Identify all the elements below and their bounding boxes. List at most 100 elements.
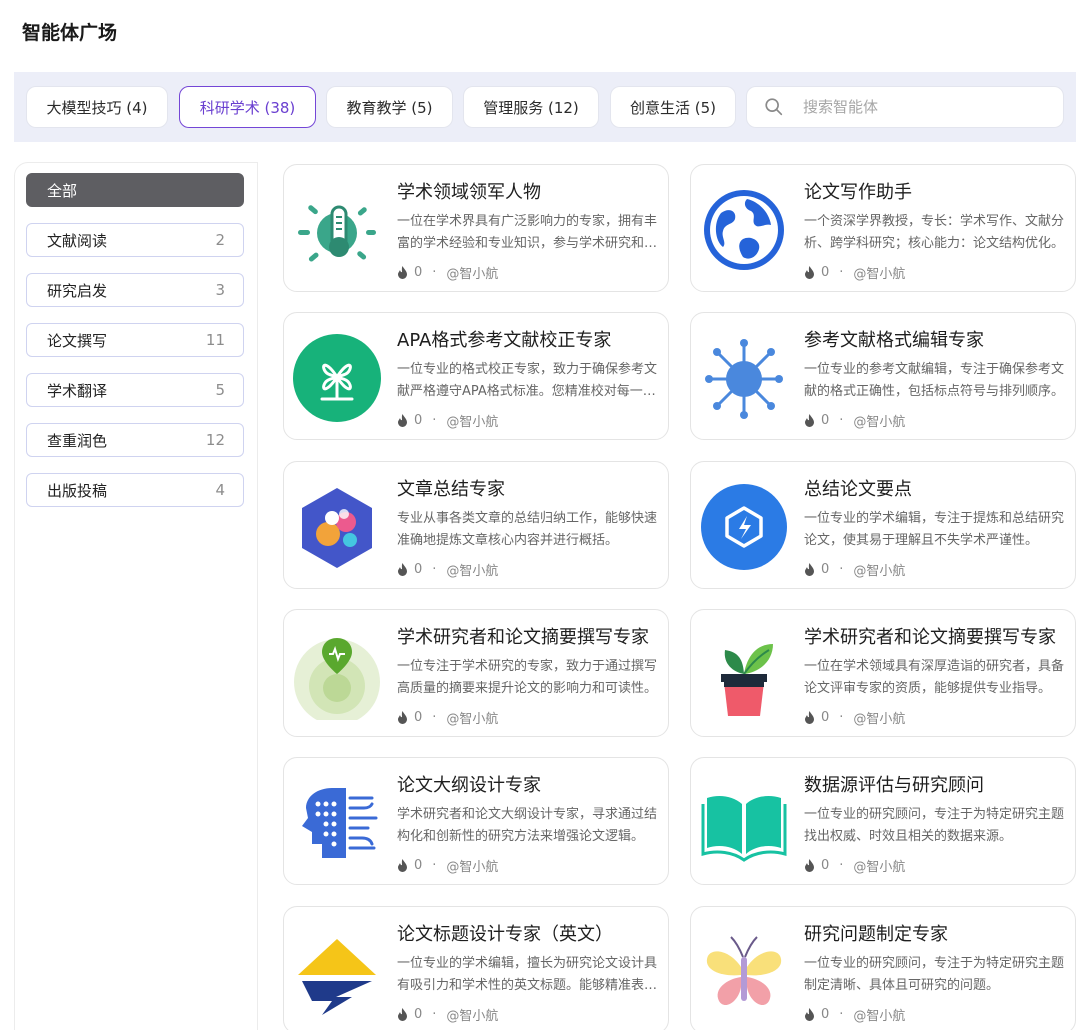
agent-description: 一位专业的学术编辑，擅长为研究论文设计具有吸引力和学术性的英文标题。能够精准表达… xyxy=(397,956,658,993)
like-count: 0 xyxy=(414,1007,423,1022)
sidebar-item-literature-reading[interactable]: 文献阅读 2 xyxy=(26,223,244,257)
flame-icon xyxy=(805,859,814,872)
flame-icon xyxy=(805,711,814,724)
sidebar-item-publishing[interactable]: 出版投稿 4 xyxy=(26,473,244,507)
author-name: @智小航 xyxy=(853,1009,906,1024)
agent-title: APA格式参考文献校正专家 xyxy=(397,330,612,351)
page-title: 智能体广场 xyxy=(22,22,118,44)
flame-icon xyxy=(398,711,407,724)
agent-meta: 0 · @智小航 xyxy=(804,856,905,875)
agent-meta: 0 · @智小航 xyxy=(397,263,498,282)
category-tab-bar: 大模型技巧 (4) 科研学术 (38) 教育教学 (5) 管理服务 (12) 创… xyxy=(14,72,1076,142)
agent-description: 一位专业的研究顾问，专注于为特定研究主题制定清晰、具体且可研究的问题。 xyxy=(804,956,1065,993)
tab-llm-tips[interactable]: 大模型技巧 (4) xyxy=(26,86,168,128)
agent-title: 总结论文要点 xyxy=(804,479,912,500)
flame-icon xyxy=(805,563,814,576)
author-name: @智小航 xyxy=(446,564,499,579)
sidebar-item-label: 论文撰写 xyxy=(47,331,108,350)
search-input[interactable] xyxy=(803,98,1033,116)
like-count: 0 xyxy=(821,562,830,577)
agent-card[interactable]: 总结论文要点 一位专业的学术编辑，专注于提炼和总结研究论文，使其易于理解且不失学… xyxy=(690,461,1076,589)
agent-description: 一位在学术界具有广泛影响力的专家，拥有丰富的学术经验和专业知识，参与学术研究和评… xyxy=(397,214,658,251)
potted-plant-icon xyxy=(721,644,773,716)
agent-description: 一位专注于学术研究的专家，致力于通过撰写高质量的摘要来提升论文的影响力和可读性。 xyxy=(397,659,658,696)
flame-icon xyxy=(398,1008,407,1021)
flame-icon xyxy=(805,1008,814,1021)
agent-description: 一位专业的研究顾问，专注于为特定研究主题找出权威、时效且相关的数据来源。 xyxy=(804,807,1065,844)
like-count: 0 xyxy=(821,858,830,873)
agent-meta: 0 · @智小航 xyxy=(804,708,905,727)
tab-education[interactable]: 教育教学 (5) xyxy=(326,86,453,128)
sidebar-item-label: 学术翻译 xyxy=(47,381,108,400)
like-count: 0 xyxy=(821,265,830,280)
molecule-hexagon-icon xyxy=(302,488,372,568)
flame-icon xyxy=(398,859,407,872)
sidebar-item-label: 研究启发 xyxy=(47,281,108,300)
tab-research-academic[interactable]: 科研学术 (38) xyxy=(179,86,316,128)
like-count: 0 xyxy=(821,710,830,725)
agent-card[interactable]: 学术研究者和论文摘要撰写专家 一位在学术领域具有深厚造诣的研究者，具备论文评审专… xyxy=(690,609,1076,737)
agent-title: 学术研究者和论文摘要撰写专家 xyxy=(804,627,1056,648)
flame-icon xyxy=(398,266,407,279)
agent-card[interactable]: 论文标题设计专家（英文） 一位专业的学术编辑，擅长为研究论文设计具有吸引力和学术… xyxy=(283,906,669,1030)
agent-card[interactable]: APA格式参考文献校正专家 一位专业的格式校正专家，致力于确保参考文献严格遵守A… xyxy=(283,312,669,440)
sidebar-item-count: 3 xyxy=(215,281,225,299)
agent-description: 一位专业的学术编辑，专注于提炼和总结研究论文，使其易于理解且不失学术严谨性。 xyxy=(804,511,1065,548)
agent-card[interactable]: 论文大纲设计专家 学术研究者和论文大纲设计专家，寻求通过结构化和创新性的研究方法… xyxy=(283,757,669,885)
author-name: @智小航 xyxy=(446,1009,499,1024)
sidebar-item-paper-writing[interactable]: 论文撰写 11 xyxy=(26,323,244,357)
windmill-icon xyxy=(293,334,381,422)
agent-card[interactable]: 论文写作助手 一个资深学界教授，专长：学术写作、文献分析、跨学科研究；核心能力：… xyxy=(690,164,1076,292)
agent-meta: 0 · @智小航 xyxy=(804,560,905,579)
sidebar-item-count: 2 xyxy=(215,231,225,249)
agent-card[interactable]: 数据源评估与研究顾问 一位专业的研究顾问，专注于为特定研究主题找出权威、时效且相… xyxy=(690,757,1076,885)
agent-description: 一位在学术领域具有深厚造诣的研究者，具备论文评审专家的资质，能够提供专业指导。 xyxy=(804,659,1065,696)
agent-card[interactable]: 学术领域领军人物 一位在学术界具有广泛影响力的专家，拥有丰富的学术经验和专业知识… xyxy=(283,164,669,292)
agent-description: 一个资深学界教授，专长：学术写作、文献分析、跨学科研究；核心能力：论文结构优化。 xyxy=(804,214,1065,251)
lightning-hexagon-icon xyxy=(701,484,787,570)
tab-creative-life[interactable]: 创意生活 (5) xyxy=(610,86,736,128)
agent-card[interactable]: 研究问题制定专家 一位专业的研究顾问，专注于为特定研究主题制定清晰、具体且可研究… xyxy=(690,906,1076,1030)
sidebar-item-count: 11 xyxy=(205,331,225,349)
agent-meta: 0 · @智小航 xyxy=(397,1005,498,1024)
agent-title: 文章总结专家 xyxy=(397,479,505,500)
sidebar-item-research-inspiration[interactable]: 研究启发 3 xyxy=(26,273,244,307)
author-name: @智小航 xyxy=(446,860,499,875)
agent-description: 专业从事各类文章的总结归纳工作，能够快速准确地提炼文章核心内容并进行概括。 xyxy=(397,511,658,548)
author-name: @智小航 xyxy=(853,564,906,579)
agent-card[interactable]: 参考文献格式编辑专家 一位专业的参考文献编辑，专注于确保参考文献的格式正确性，包… xyxy=(690,312,1076,440)
author-name: @智小航 xyxy=(853,860,906,875)
agent-meta: 0 · @智小航 xyxy=(397,856,498,875)
agent-title: 学术领域领军人物 xyxy=(397,182,541,203)
agent-meta: 0 · @智小航 xyxy=(397,708,498,727)
agent-meta: 0 · @智小航 xyxy=(804,263,905,282)
location-pin-icon xyxy=(294,638,380,720)
agent-card[interactable]: 学术研究者和论文摘要撰写专家 一位专注于学术研究的专家，致力于通过撰写高质量的摘… xyxy=(283,609,669,737)
tab-management[interactable]: 管理服务 (12) xyxy=(463,86,599,128)
agent-meta: 0 · @智小航 xyxy=(397,411,498,430)
agent-meta: 0 · @智小航 xyxy=(397,560,498,579)
agent-card[interactable]: 文章总结专家 专业从事各类文章的总结归纳工作，能够快速准确地提炼文章核心内容并进… xyxy=(283,461,669,589)
agent-title: 论文写作助手 xyxy=(804,182,912,203)
agent-description: 一位专业的格式校正专家，致力于确保参考文献严格遵守APA格式标准。您精准校对每一… xyxy=(397,362,658,399)
like-count: 0 xyxy=(414,413,423,428)
globe-icon xyxy=(704,190,784,270)
agent-title: 研究问题制定专家 xyxy=(804,924,948,945)
sidebar-item-label: 全部 xyxy=(47,181,78,200)
author-name: @智小航 xyxy=(853,712,906,727)
circuit-head-icon xyxy=(302,788,378,858)
mountain-logo-icon xyxy=(298,939,376,1015)
flame-icon xyxy=(398,563,407,576)
search-box[interactable] xyxy=(746,86,1064,128)
flame-icon xyxy=(805,266,814,279)
agent-title: 学术研究者和论文摘要撰写专家 xyxy=(397,627,649,648)
like-count: 0 xyxy=(414,265,423,280)
like-count: 0 xyxy=(821,1007,830,1022)
sidebar-item-plagiarism-polish[interactable]: 查重润色 12 xyxy=(26,423,244,457)
like-count: 0 xyxy=(414,858,423,873)
like-count: 0 xyxy=(414,562,423,577)
sidebar-item-all[interactable]: 全部 xyxy=(26,173,244,207)
sidebar-item-count: 5 xyxy=(215,381,225,399)
author-name: @智小航 xyxy=(446,267,499,282)
sidebar-item-academic-translation[interactable]: 学术翻译 5 xyxy=(26,373,244,407)
